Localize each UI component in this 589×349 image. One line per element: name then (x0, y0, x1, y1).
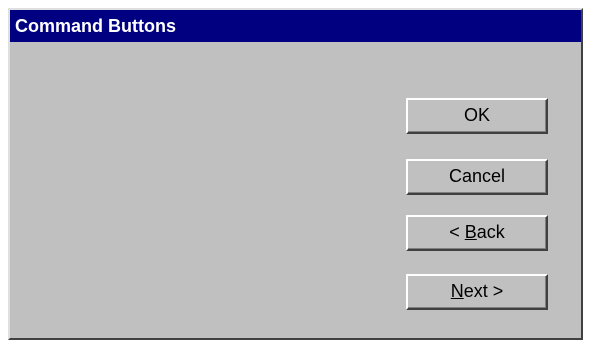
cancel-button-label: Cancel (448, 166, 506, 186)
back-button[interactable]: < Back (406, 215, 548, 251)
cancel-button[interactable]: Cancel (406, 159, 548, 195)
window-title: Command Buttons (15, 16, 176, 36)
command-buttons-window: Command Buttons OK Cancel < Back Next > (8, 8, 583, 340)
ok-button[interactable]: OK (406, 98, 548, 134)
window-title-bar[interactable]: Command Buttons (10, 10, 581, 42)
next-button-label-rest: ext > (463, 281, 504, 301)
next-button-mnemonic: N (450, 281, 464, 301)
ok-button-label: OK (463, 105, 490, 125)
back-button-mnemonic: B (464, 222, 477, 242)
next-button[interactable]: Next > (406, 274, 548, 310)
back-button-prefix: < (449, 222, 465, 242)
back-button-label-rest: ack (476, 222, 505, 242)
